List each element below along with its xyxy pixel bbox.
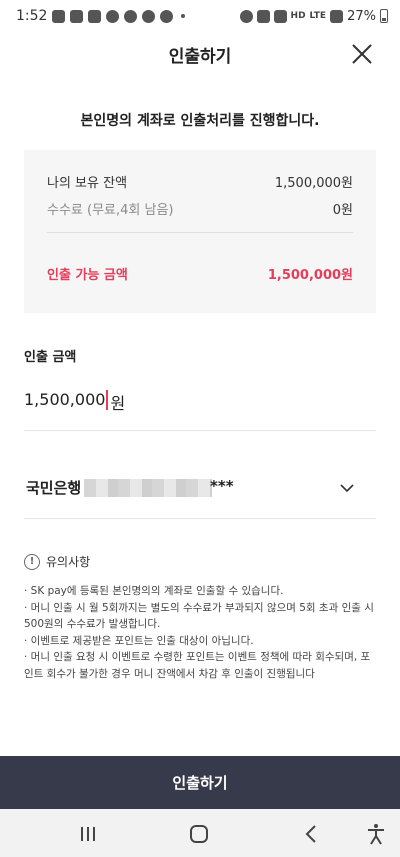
notice-list: · SK pay에 등록된 본인명의의 계좌로 인출할 수 있습니다. · 머니…	[24, 583, 376, 682]
held-balance-row: 나의 보유 잔액 1,500,000원	[47, 172, 353, 191]
amount-label: 인출 금액	[24, 350, 77, 365]
bluetooth-icon	[256, 9, 270, 23]
header: 인출하기	[0, 32, 400, 76]
home-icon[interactable]	[187, 823, 211, 845]
chevron-down-icon	[340, 484, 354, 493]
info-icon: !	[24, 553, 40, 570]
more-notifications-icon	[181, 14, 186, 18]
account-masked-suffix: ***	[210, 477, 234, 495]
chat-icon	[160, 9, 174, 23]
battery-percent: 27%	[347, 8, 376, 24]
page-title: 인출하기	[168, 46, 232, 67]
amount-unit: 원	[110, 394, 126, 413]
fee-label: 수수료 (무료,4회 남음)	[47, 203, 174, 218]
back-icon[interactable]	[300, 823, 324, 845]
alarm-icon	[239, 9, 253, 23]
recents-icon[interactable]	[76, 823, 100, 845]
lte-indicator: LTE	[309, 10, 327, 21]
settings-icon	[124, 9, 138, 23]
system-nav-bar	[0, 809, 400, 857]
status-bar: 1:52 HD LTE 27%	[0, 0, 400, 32]
bank-account-select[interactable]: 국민은행 ***	[24, 466, 376, 519]
balance-summary: 나의 보유 잔액 1,500,000원 수수료 (무료,4회 남음) 0원 인출…	[24, 150, 376, 313]
withdraw-button[interactable]: 인출하기	[0, 756, 400, 809]
amount-input[interactable]: 1,500,000 원	[24, 390, 376, 431]
accessibility-icon[interactable]	[364, 823, 388, 845]
available-value: 1,500,000원	[267, 268, 353, 283]
notice-title: 유의사항	[46, 555, 91, 569]
notice-item: · 머니 인출 요청 시 이벤트로 수령한 포인트는 이벤트 정책에 따라 회수…	[24, 651, 371, 680]
hd-indicator: HD	[290, 10, 306, 21]
notice-item: · 머니 인출 시 월 5회까지는 별도의 수수료가 부과되지 않으며 5회 초…	[24, 601, 374, 631]
text-cursor	[106, 390, 109, 410]
intro-text: 본인명의 계좌로 인출처리를 진행합니다.	[80, 113, 320, 129]
bank-name: 국민은행	[26, 479, 82, 497]
shield-icon	[106, 9, 120, 23]
withdraw-button-label: 인출하기	[172, 774, 228, 792]
notice-item: · SK pay에 등록된 본인명의의 계좌로 인출할 수 있습니다.	[24, 585, 284, 597]
amount-value: 1,500,000	[24, 390, 106, 409]
available-row: 인출 가능 금액 1,500,000원	[47, 264, 353, 283]
circle-icon	[142, 9, 156, 23]
status-time: 1:52	[16, 8, 48, 24]
status-right: HD LTE 27%	[239, 8, 388, 24]
notice-heading: ! 유의사항	[24, 553, 90, 570]
mute-icon	[273, 9, 287, 23]
held-balance-label: 나의 보유 잔액	[47, 176, 128, 191]
fee-row: 수수료 (무료,4회 남음) 0원	[47, 199, 353, 218]
available-label: 인출 가능 금액	[47, 268, 128, 283]
fee-value: 0원	[332, 203, 353, 218]
battery-icon	[380, 9, 388, 23]
masked-account-number	[84, 479, 212, 497]
held-balance-value: 1,500,000원	[274, 176, 353, 191]
talk-icon	[70, 9, 84, 23]
message-icon	[52, 9, 66, 23]
status-left: 1:52	[16, 8, 186, 24]
signal-icon	[330, 9, 344, 23]
app-icon	[88, 9, 102, 23]
close-icon[interactable]	[350, 42, 374, 66]
notice-item: · 이벤트로 제공받은 포인트는 인출 대상이 아닙니다.	[24, 634, 254, 647]
withdraw-screen: 1:52 HD LTE 27% 인출하기 본인명의 계좌로 인출처리를 진행합니…	[0, 0, 400, 857]
divider	[47, 232, 353, 233]
